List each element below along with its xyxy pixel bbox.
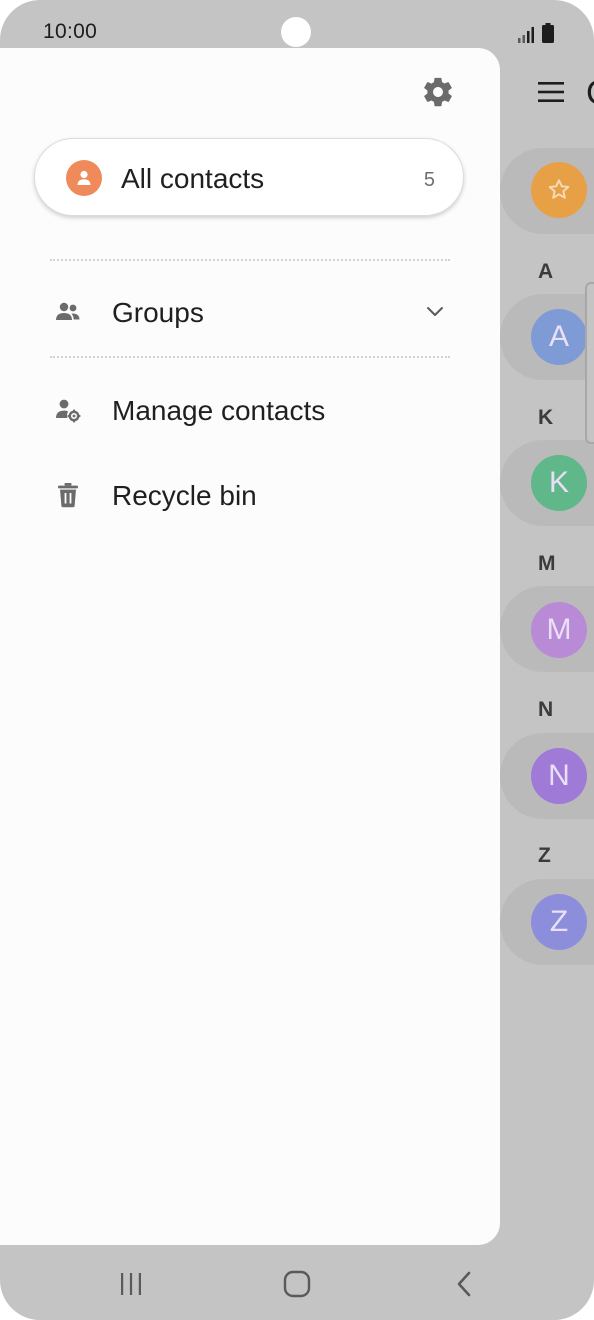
- section-letter-n: N: [538, 698, 554, 721]
- fast-scroll-bar[interactable]: [585, 282, 594, 444]
- navigation-drawer: All contacts 5 Groups Manage contacts Re…: [0, 48, 500, 1245]
- section-letter-a: A: [538, 260, 554, 283]
- groups-icon: [54, 298, 82, 326]
- recycle-bin-item[interactable]: Recycle bin: [50, 467, 450, 521]
- section-letter-z: Z: [538, 844, 551, 867]
- manage-contacts-icon: [54, 396, 82, 424]
- contacts-title-partial: C: [586, 74, 594, 113]
- settings-button[interactable]: [418, 72, 458, 112]
- contact-avatar-n: N: [531, 748, 587, 804]
- favorites-avatar: [531, 162, 587, 218]
- phone-screen: 10:00 C A A K K M M: [0, 0, 594, 1320]
- section-letter-k: K: [538, 406, 554, 429]
- person-icon: [77, 170, 91, 185]
- manage-contacts-item[interactable]: Manage contacts: [50, 382, 450, 436]
- manage-contacts-label: Manage contacts: [112, 395, 326, 426]
- navigation-bar: [0, 1246, 594, 1320]
- status-bar: 10:00: [0, 0, 594, 48]
- all-contacts-count: 5: [423, 169, 435, 191]
- all-contacts-avatar: [66, 160, 102, 196]
- groups-label: Groups: [112, 297, 204, 328]
- battery-icon: [542, 23, 554, 43]
- divider: [50, 356, 450, 358]
- all-contacts-label: All contacts: [121, 163, 265, 194]
- menu-icon[interactable]: [538, 80, 564, 104]
- section-letter-m: M: [538, 552, 556, 575]
- camera-cutout: [281, 17, 311, 47]
- signal-icon: [518, 27, 534, 43]
- trash-icon: [54, 481, 82, 509]
- chevron-down-icon[interactable]: [424, 300, 446, 322]
- contact-avatar-z: Z: [531, 894, 587, 950]
- contact-avatar-a: A: [531, 309, 587, 365]
- back-icon[interactable]: [452, 1270, 476, 1298]
- divider: [50, 259, 450, 261]
- status-time: 10:00: [43, 20, 98, 43]
- all-contacts-item[interactable]: All contacts 5: [34, 138, 464, 216]
- recycle-bin-label: Recycle bin: [112, 480, 257, 511]
- contact-avatar-k: K: [531, 455, 587, 511]
- groups-item[interactable]: Groups: [50, 284, 450, 338]
- contact-avatar-m: M: [531, 602, 587, 658]
- gear-icon: [424, 77, 452, 107]
- recents-icon[interactable]: [116, 1272, 146, 1296]
- star-icon: [548, 179, 570, 199]
- status-icons: [518, 23, 554, 43]
- home-icon[interactable]: [283, 1270, 311, 1298]
